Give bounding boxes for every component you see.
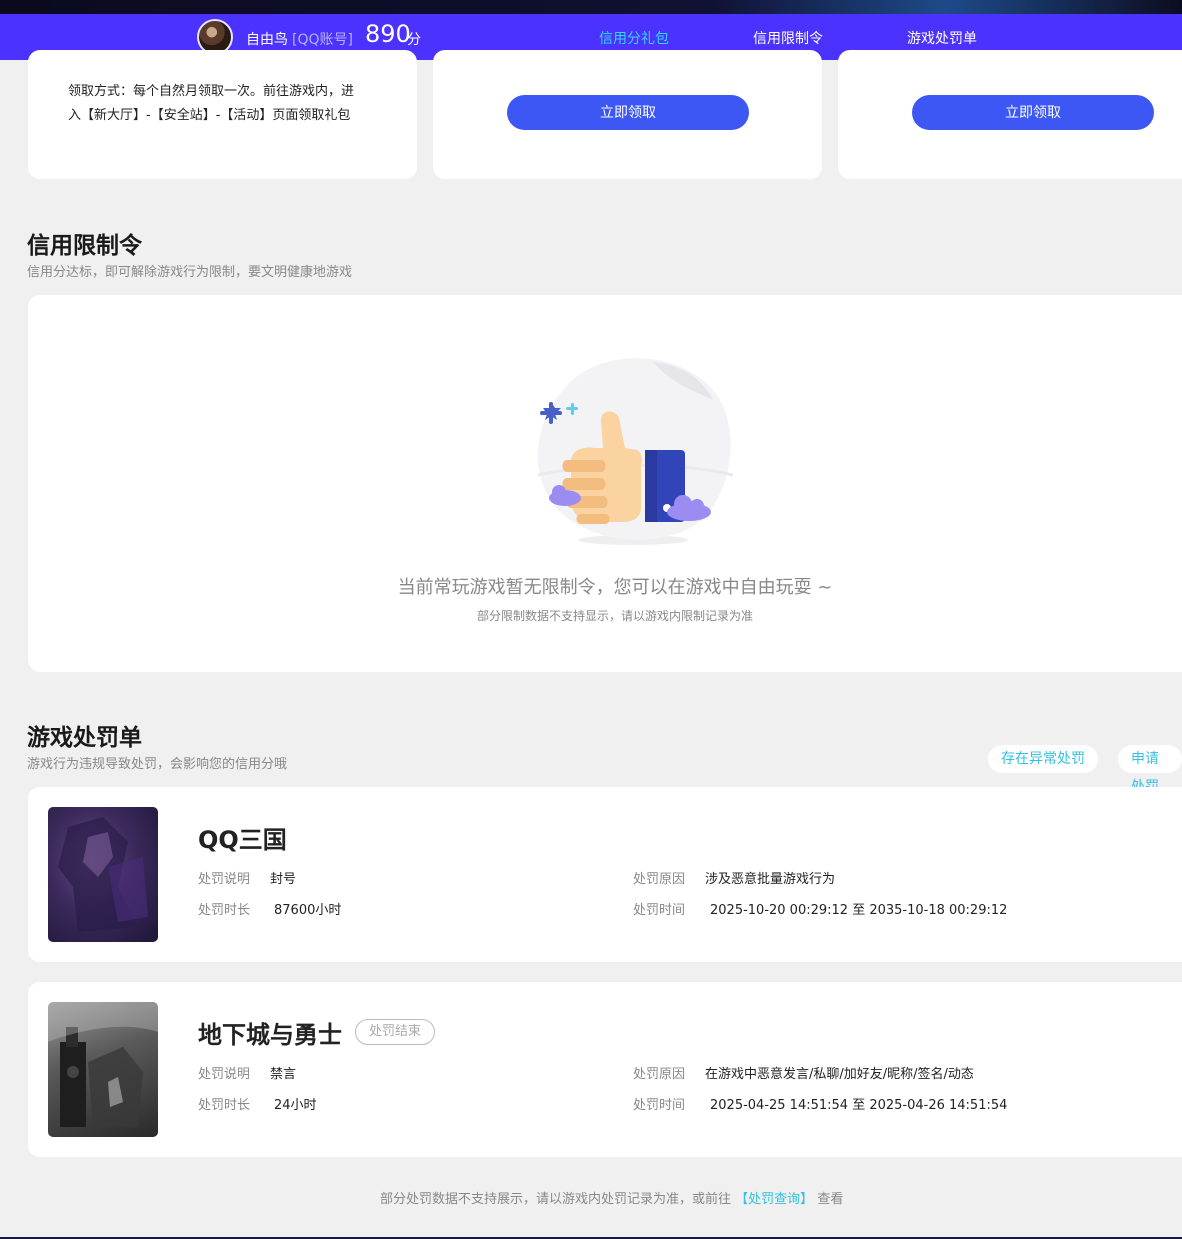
credit-score: 890 — [365, 20, 411, 48]
window-top-strip — [0, 0, 1182, 14]
penalty-reason-label: 处罚原因 — [633, 1067, 686, 1082]
abnormal-penalty-button[interactable]: 存在异常处罚 — [988, 745, 1098, 773]
penalty-duration-label: 处罚时长 — [198, 1098, 251, 1113]
gift-card: 立即领取 — [433, 50, 822, 179]
penalty-reason-value: 涉及恶意批量游戏行为 — [705, 872, 836, 887]
penalty-desc-value: 封号 — [270, 872, 297, 887]
penalty-reason-value: 在游戏中恶意发言/私聊/加好友/昵称/签名/动态 — [705, 1067, 974, 1082]
penalty-duration-label: 处罚时长 — [198, 903, 251, 918]
penalty-reason-label: 处罚原因 — [633, 872, 686, 887]
thumbs-up-icon — [537, 358, 734, 545]
username: 自由鸟 — [246, 32, 288, 48]
penalty-footer-note: 部分处罚数据不支持展示，请以游戏内处罚记录为准，或前往 【处罚查询】 查看 — [380, 1192, 844, 1207]
penalty-desc-value: 禁言 — [270, 1067, 297, 1082]
penalty-duration-value: 87600小时 — [274, 903, 342, 918]
penalty-desc-label: 处罚说明 — [198, 872, 251, 887]
penalty-time-label: 处罚时间 — [633, 903, 686, 918]
tab-credit-gift[interactable]: 信用分礼包 — [599, 28, 669, 48]
game-thumbnail — [48, 1002, 158, 1137]
penalty-time-value: 2025-10-20 00:29:12 至 2035-10-18 00:29:1… — [710, 903, 1008, 918]
account-type: [QQ账号] — [292, 32, 353, 48]
gift-card-info: 领取方式：每个自然月领取一次。前往游戏内，进 入【新大厅】-【安全站】-【活动】… — [28, 50, 417, 179]
penalty-desc-label: 处罚说明 — [198, 1067, 251, 1082]
penalty-card: QQ三国 处罚说明 封号 处罚时长 87600小时 处罚原因 涉及恶意批量游戏行… — [28, 787, 1182, 962]
restriction-empty-note: 部分限制数据不支持显示，请以游戏内限制记录为准 — [476, 609, 753, 623]
status-badge: 处罚结束 — [355, 1019, 436, 1045]
claim-button[interactable]: 立即领取 — [507, 95, 749, 130]
gift-card: 立即领取 — [838, 50, 1182, 179]
game-name: 地下城与勇士 — [198, 1021, 342, 1049]
tab-credit-restriction[interactable]: 信用限制令 — [753, 28, 823, 48]
penalty-card: 地下城与勇士 处罚结束 处罚说明 禁言 处罚时长 24小时 处罚原因 在游戏中恶… — [28, 982, 1182, 1157]
tab-game-penalty[interactable]: 游戏处罚单 — [907, 28, 977, 48]
penalty-time-label: 处罚时间 — [633, 1098, 686, 1113]
claim-button[interactable]: 立即领取 — [912, 95, 1154, 130]
game-name: QQ三国 — [198, 826, 287, 854]
penalty-section-subtitle: 游戏行为违规导致处罚，会影响您的信用分哦 — [27, 757, 288, 772]
penalty-duration-value: 24小时 — [274, 1098, 317, 1113]
penalty-section-title: 游戏处罚单 — [27, 725, 142, 751]
restriction-section-title: 信用限制令 — [27, 233, 142, 259]
restriction-section-subtitle: 信用分达标，即可解除游戏行为限制，要文明健康地游戏 — [27, 265, 353, 280]
restriction-empty-card: 当前常玩游戏暂无限制令，您可以在游戏中自由玩耍 ~ 部分限制数据不支持显示，请以… — [28, 295, 1182, 672]
restriction-empty-message: 当前常玩游戏暂无限制令，您可以在游戏中自由玩耍 ~ — [397, 577, 833, 598]
penalty-time-value: 2025-04-25 14:51:54 至 2025-04-26 14:51:5… — [710, 1098, 1008, 1113]
appeal-penalty-button[interactable]: 申请处罚 — [1118, 745, 1182, 795]
credit-score-unit: 分 — [407, 32, 421, 48]
penalty-query-link[interactable]: 【处罚查询】 — [735, 1192, 813, 1207]
gift-claim-description: 领取方式：每个自然月领取一次。前往游戏内，进 入【新大厅】-【安全站】-【活动】… — [68, 84, 355, 123]
game-thumbnail — [48, 807, 158, 942]
